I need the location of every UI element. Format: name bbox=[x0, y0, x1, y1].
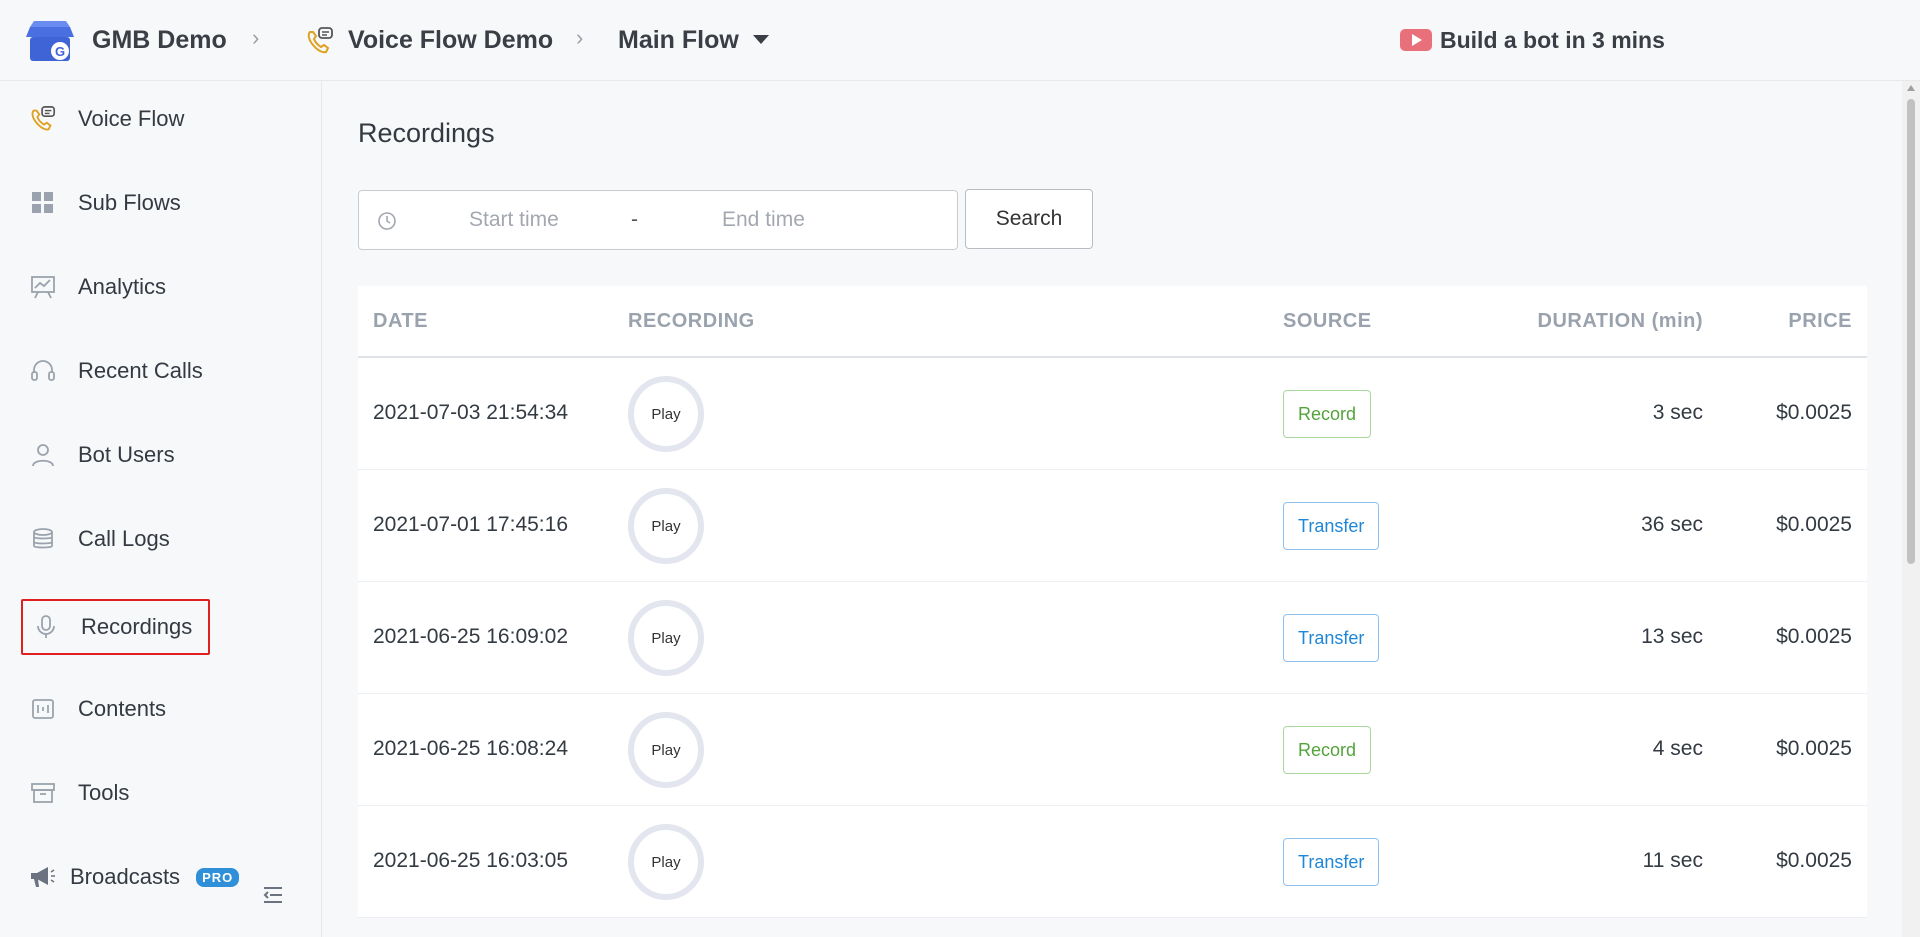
play-button[interactable]: Play bbox=[628, 376, 704, 452]
gmb-logo-icon[interactable]: G bbox=[24, 17, 76, 63]
main-content: Recordings Start time - End time Search … bbox=[323, 81, 1903, 937]
row-date: 2021-06-25 16:08:24 bbox=[373, 737, 568, 760]
sidebar: Voice Flow Sub Flows Analytics Recent Ca… bbox=[0, 81, 322, 937]
content-icon bbox=[28, 694, 58, 724]
source-tag: Transfer bbox=[1283, 838, 1380, 886]
play-button[interactable]: Play bbox=[628, 824, 704, 900]
table-row: 2021-06-25 16:08:24 Play Record 4 sec $0… bbox=[358, 694, 1867, 806]
sidebar-item-label: Recordings bbox=[81, 614, 193, 639]
vertical-scrollbar[interactable] bbox=[1902, 81, 1920, 937]
promo-label: Build a bot in 3 mins bbox=[1440, 27, 1665, 53]
row-date: 2021-06-25 16:09:02 bbox=[373, 625, 568, 648]
pro-badge: PRO bbox=[196, 867, 240, 887]
breadcrumb-separator-icon: › bbox=[576, 25, 584, 50]
row-duration: 4 sec bbox=[1652, 737, 1703, 760]
play-button[interactable]: Play bbox=[628, 600, 704, 676]
source-tag: Transfer bbox=[1283, 614, 1380, 662]
database-icon bbox=[28, 524, 58, 554]
sidebar-item-label: Call Logs bbox=[78, 526, 170, 551]
row-price: $0.0025 bbox=[1776, 401, 1852, 424]
row-price: $0.0025 bbox=[1776, 737, 1852, 760]
row-date: 2021-06-25 16:03:05 bbox=[373, 849, 568, 872]
source-tag: Transfer bbox=[1283, 502, 1380, 550]
phone-chat-icon bbox=[307, 27, 333, 54]
breadcrumb-workspace[interactable]: GMB Demo bbox=[92, 22, 227, 58]
column-header-source: SOURCE bbox=[1283, 310, 1372, 332]
sidebar-item-label: Broadcasts bbox=[70, 864, 181, 889]
sidebar-item-label: Analytics bbox=[78, 274, 167, 299]
breadcrumb-bot[interactable]: Voice Flow Demo bbox=[348, 22, 553, 58]
sidebar-item-analytics[interactable]: Analytics bbox=[20, 259, 210, 315]
play-button[interactable]: Play bbox=[628, 712, 704, 788]
sidebar-item-tools[interactable]: Tools bbox=[20, 765, 210, 821]
row-duration: 11 sec bbox=[1642, 849, 1703, 872]
breadcrumb-separator-icon: › bbox=[252, 25, 260, 50]
headset-icon bbox=[28, 356, 58, 386]
row-date: 2021-07-03 21:54:34 bbox=[373, 401, 568, 424]
sidebar-item-label: Recent Calls bbox=[78, 358, 203, 383]
table-row: 2021-06-25 16:09:02 Play Transfer 13 sec… bbox=[358, 582, 1867, 694]
table-header: DATE RECORDING SOURCE DURATION (min) PRI… bbox=[358, 286, 1867, 358]
page-title: Recordings bbox=[358, 118, 495, 148]
sidebar-item-recent-calls[interactable]: Recent Calls bbox=[20, 343, 210, 399]
top-bar: G GMB Demo › Voice Flow Demo › Main Flow… bbox=[0, 0, 1920, 81]
row-price: $0.0025 bbox=[1776, 513, 1852, 536]
recordings-table: DATE RECORDING SOURCE DURATION (min) PRI… bbox=[358, 286, 1867, 918]
scrollbar-thumb[interactable] bbox=[1907, 99, 1915, 564]
table-row: 2021-07-01 17:45:16 Play Transfer 36 sec… bbox=[358, 470, 1867, 582]
sidebar-item-label: Bot Users bbox=[78, 442, 175, 467]
archive-icon bbox=[28, 778, 58, 808]
sidebar-item-label: Tools bbox=[78, 780, 130, 805]
sidebar-item-call-logs[interactable]: Call Logs bbox=[20, 511, 210, 567]
phone-chat-icon bbox=[28, 104, 58, 134]
flow-selector-label: Main Flow bbox=[618, 26, 739, 54]
svg-text:G: G bbox=[55, 44, 65, 59]
megaphone-icon bbox=[28, 862, 56, 892]
sidebar-item-voice-flow[interactable]: Voice Flow bbox=[20, 91, 210, 147]
microphone-icon bbox=[31, 612, 61, 642]
sidebar-item-contents[interactable]: Contents bbox=[20, 681, 210, 737]
table-row: 2021-07-03 21:54:34 Play Record 3 sec $0… bbox=[358, 358, 1867, 470]
flow-selector[interactable]: Main Flow bbox=[618, 22, 769, 58]
caret-down-icon bbox=[752, 34, 769, 44]
collapse-sidebar-icon[interactable] bbox=[262, 885, 284, 905]
play-button[interactable]: Play bbox=[628, 488, 704, 564]
sidebar-item-label: Sub Flows bbox=[78, 190, 181, 215]
sidebar-item-bot-users[interactable]: Bot Users bbox=[20, 427, 210, 483]
clock-icon bbox=[378, 212, 396, 230]
row-duration: 13 sec bbox=[1641, 625, 1703, 648]
sidebar-item-broadcasts[interactable]: Broadcasts PRO bbox=[20, 849, 240, 905]
sidebar-item-sub-flows[interactable]: Sub Flows bbox=[20, 175, 210, 231]
sidebar-item-label: Voice Flow bbox=[78, 106, 185, 131]
sidebar-item-label: Contents bbox=[78, 696, 167, 721]
chart-board-icon bbox=[28, 272, 58, 302]
source-tag: Record bbox=[1283, 390, 1372, 438]
end-time-input[interactable]: End time bbox=[722, 208, 805, 232]
date-range-picker[interactable]: Start time - End time bbox=[358, 190, 958, 250]
row-date: 2021-07-01 17:45:16 bbox=[373, 513, 568, 536]
column-header-date: DATE bbox=[373, 310, 428, 332]
youtube-icon bbox=[1400, 29, 1432, 51]
column-header-price: PRICE bbox=[1788, 310, 1852, 332]
row-duration: 3 sec bbox=[1652, 401, 1703, 424]
row-price: $0.0025 bbox=[1776, 849, 1852, 872]
search-button[interactable]: Search bbox=[965, 189, 1093, 249]
user-icon bbox=[28, 440, 58, 470]
row-price: $0.0025 bbox=[1776, 625, 1852, 648]
range-separator: - bbox=[631, 208, 638, 231]
sidebar-item-recordings[interactable]: Recordings bbox=[21, 599, 210, 655]
grid-icon bbox=[28, 188, 58, 218]
scroll-up-arrow-icon[interactable] bbox=[1907, 85, 1915, 91]
table-row: 2021-06-25 16:03:05 Play Transfer 11 sec… bbox=[358, 806, 1867, 918]
column-header-recording: RECORDING bbox=[628, 310, 755, 332]
build-bot-video-link[interactable]: Build a bot in 3 mins bbox=[1400, 24, 1665, 56]
column-header-duration: DURATION (min) bbox=[1537, 310, 1703, 332]
start-time-input[interactable]: Start time bbox=[469, 208, 559, 232]
source-tag: Record bbox=[1283, 726, 1372, 774]
row-duration: 36 sec bbox=[1641, 513, 1703, 536]
